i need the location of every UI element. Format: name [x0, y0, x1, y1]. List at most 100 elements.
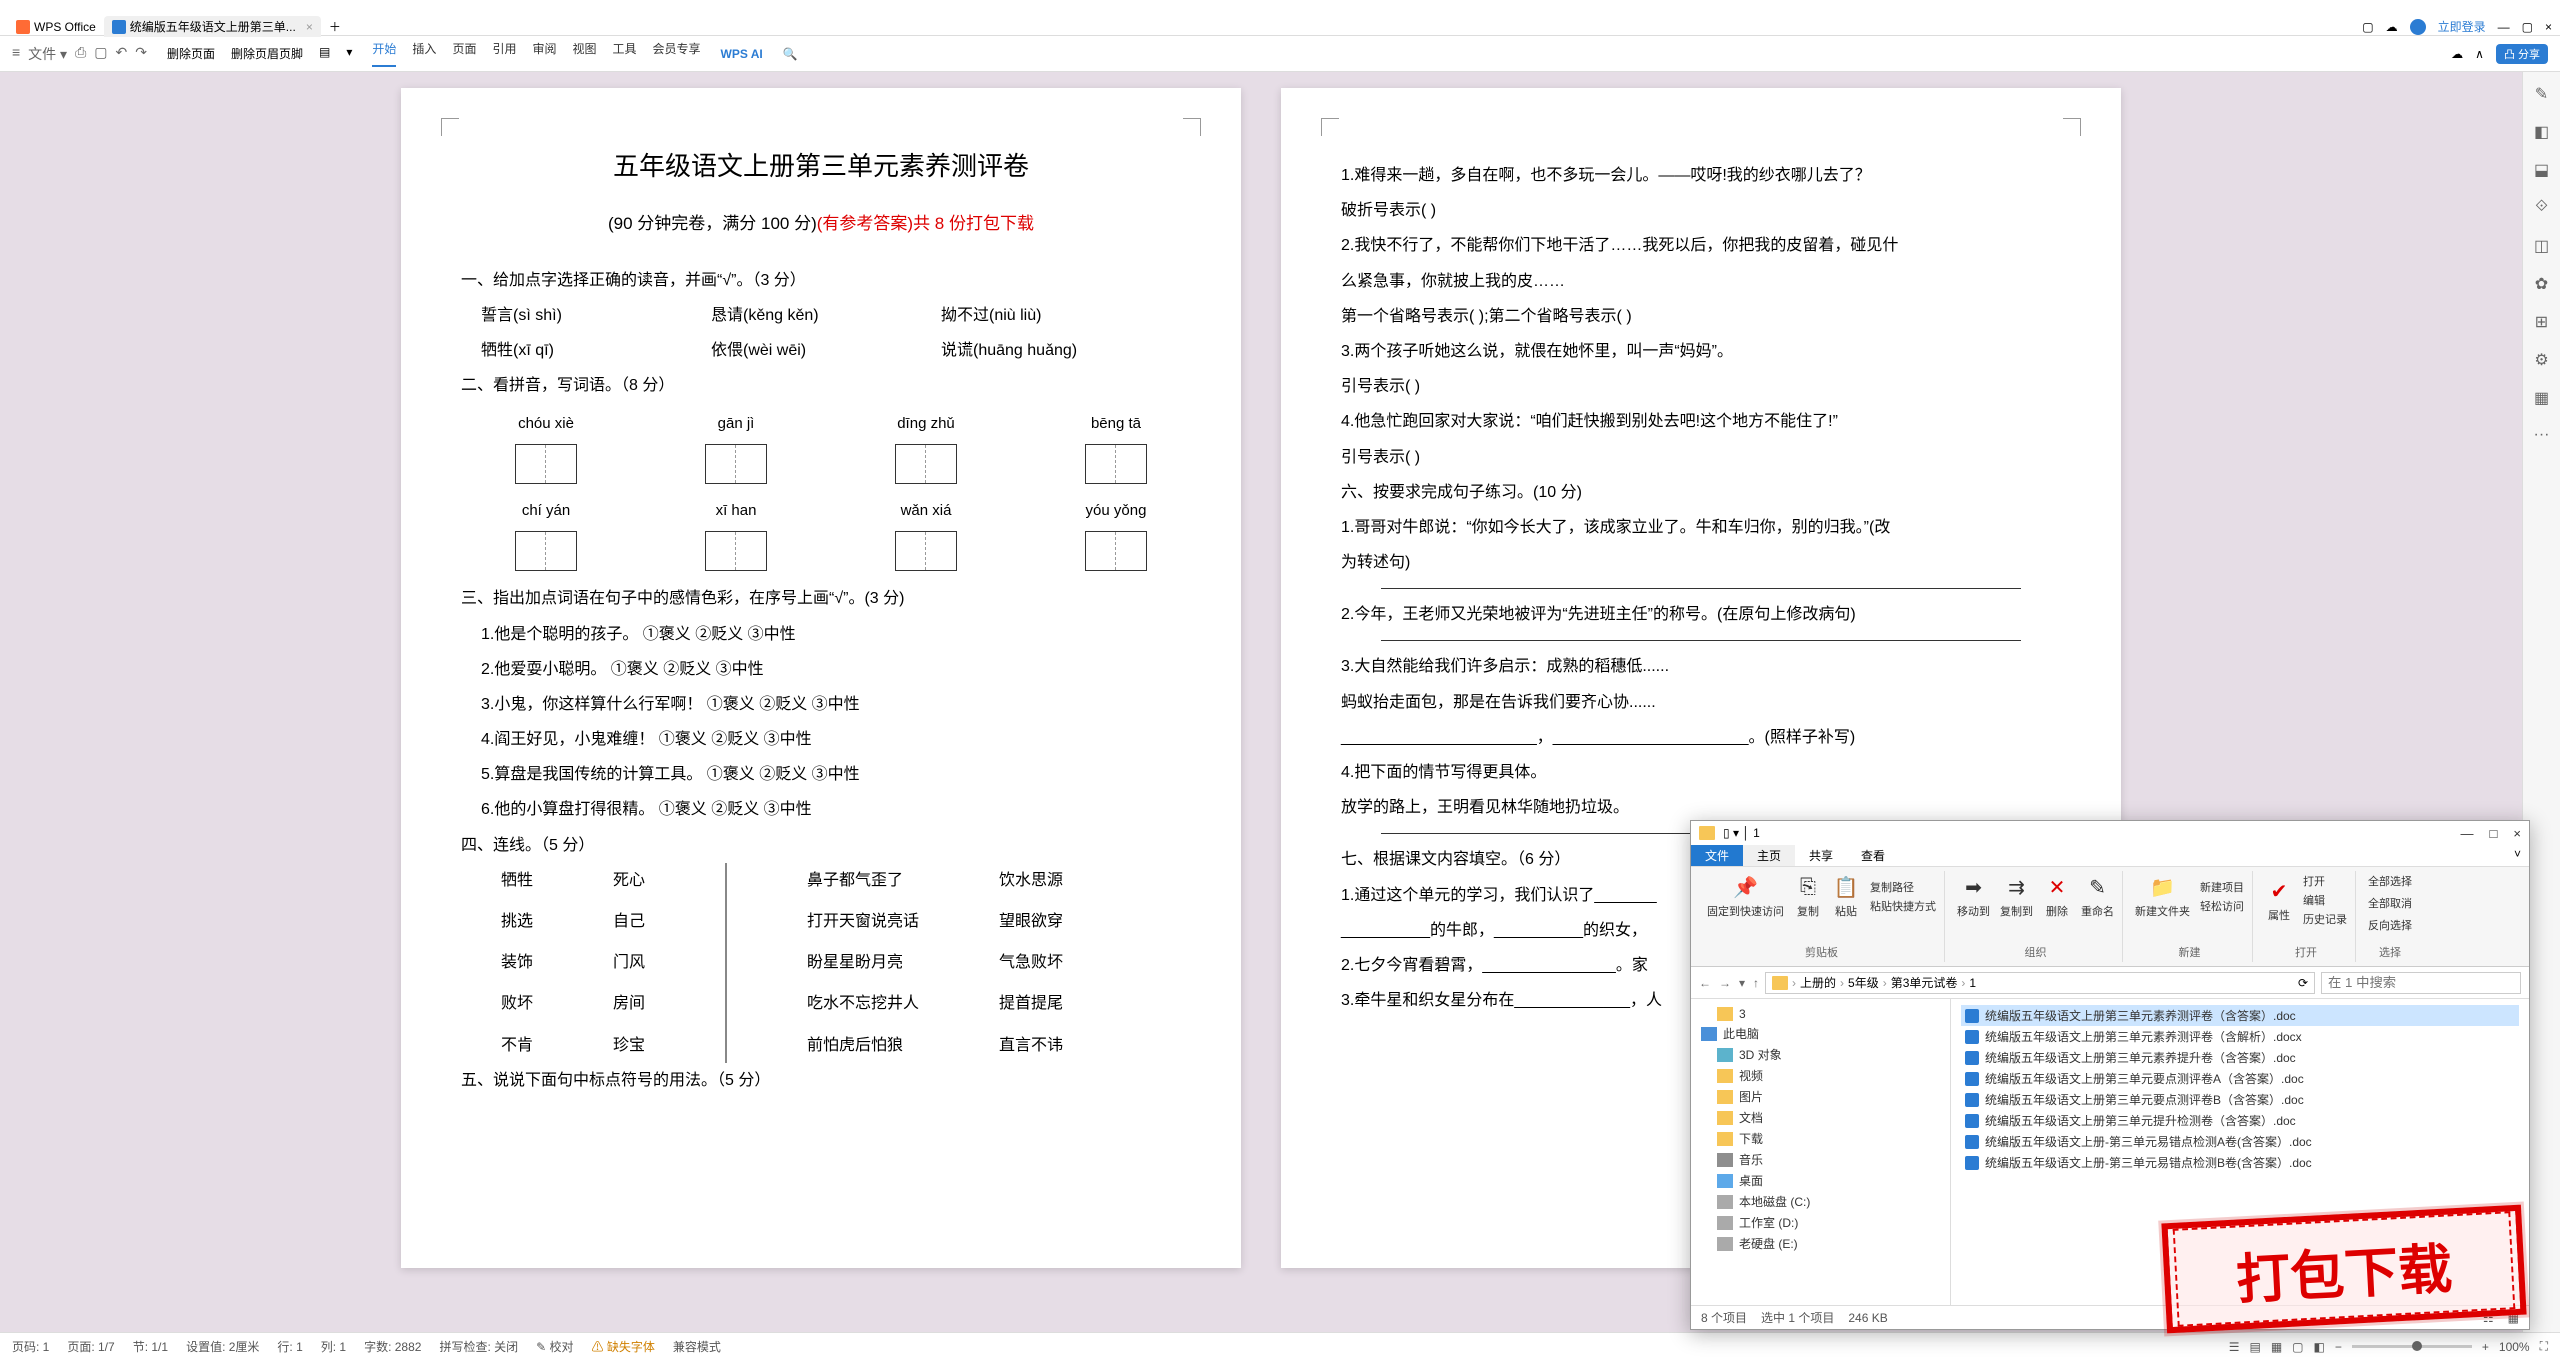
paste-shortcut[interactable]: 粘贴快捷方式 — [1870, 898, 1936, 914]
page-layout-icon[interactable]: ▤ — [319, 45, 330, 62]
nav-forward[interactable]: → — [1719, 976, 1731, 990]
status-missing-font[interactable]: ⚠ 缺失字体 — [592, 1338, 655, 1355]
sidebar-table-icon[interactable]: ▦ — [2532, 388, 2552, 408]
tab-tools[interactable]: 工具 — [613, 40, 637, 67]
file-item[interactable]: 统编版五年级语文上册第三单元素养提升卷（含答案）.doc — [1961, 1047, 2519, 1068]
edit-button[interactable]: 编辑 — [2303, 892, 2325, 908]
cloud-icon[interactable]: ☁ — [2386, 20, 2398, 34]
tree-item[interactable]: 3 — [1701, 1005, 1940, 1023]
open-button[interactable]: 打开 — [2303, 873, 2325, 889]
tree-item[interactable]: 3D 对象 — [1701, 1044, 1940, 1065]
tab-start[interactable]: 开始 — [372, 40, 396, 67]
rtab-file[interactable]: 文件 — [1691, 845, 1743, 866]
nav-back[interactable]: ← — [1699, 976, 1711, 990]
explorer-search-input[interactable] — [2321, 972, 2521, 994]
undo-icon[interactable]: ↶ — [116, 44, 128, 64]
wps-ai-button[interactable]: WPS AI — [721, 47, 763, 61]
view-mode-icon[interactable]: ◧ — [2314, 1340, 2325, 1354]
pin-quick-access[interactable]: 📌固定到快速访问 — [1707, 873, 1784, 919]
nav-up[interactable]: ↑ — [1753, 976, 1759, 990]
expand-ribbon-icon[interactable]: ∧ — [2475, 47, 2484, 61]
sidebar-style-icon[interactable]: ⬓ — [2532, 160, 2552, 180]
status-section[interactable]: 节: 1/1 — [133, 1338, 168, 1355]
tab-page[interactable]: 页面 — [452, 40, 476, 67]
login-button[interactable]: 立即登录 — [2438, 18, 2486, 35]
exp-minimize[interactable]: — — [2461, 826, 2474, 841]
file-item[interactable]: 统编版五年级语文上册第三单元要点测评卷B（含答案）.doc — [1961, 1089, 2519, 1110]
tab-new[interactable]: ＋ — [321, 16, 349, 37]
rtab-view[interactable]: 查看 — [1847, 845, 1899, 866]
sidebar-settings-icon[interactable]: ⚙ — [2532, 350, 2552, 370]
paste-button[interactable]: 📋粘贴 — [1832, 873, 1860, 919]
status-setval[interactable]: 设置值: 2厘米 — [186, 1338, 259, 1355]
tree-item[interactable]: 老硬盘 (E:) — [1701, 1233, 1940, 1254]
history-button[interactable]: 历史记录 — [2303, 911, 2347, 927]
cloud-sync-icon[interactable]: ☁ — [2451, 47, 2463, 61]
file-item[interactable]: 统编版五年级语文上册第三单元提升检测卷（含答案）.doc — [1961, 1110, 2519, 1131]
sidebar-nav-icon[interactable]: ◫ — [2532, 236, 2552, 256]
tab-reference[interactable]: 引用 — [492, 40, 516, 67]
status-proof[interactable]: ✎ 校对 — [536, 1338, 573, 1355]
tab-member[interactable]: 会员专享 — [653, 40, 701, 67]
refresh-icon[interactable]: ⟳ — [2298, 976, 2308, 990]
status-words[interactable]: 字数: 2882 — [364, 1338, 421, 1355]
tree-item[interactable]: 此电脑 — [1701, 1023, 1940, 1044]
copy-path[interactable]: 复制路径 — [1870, 879, 1914, 895]
view-mode-icon[interactable]: ▢ — [2292, 1340, 2303, 1354]
exp-maximize[interactable]: □ — [2490, 826, 2498, 841]
status-spell[interactable]: 拼写检查: 关闭 — [439, 1338, 518, 1355]
easy-access[interactable]: 轻松访问 — [2200, 898, 2244, 914]
file-item[interactable]: 统编版五年级语文上册-第三单元易错点检测A卷(含答案）.doc — [1961, 1131, 2519, 1152]
user-avatar-icon[interactable] — [2410, 19, 2426, 35]
breadcrumb[interactable]: ›上册的 ›5年级 ›第3单元试卷 ›1 ⟳ — [1765, 972, 2315, 994]
sidebar-effect-icon[interactable]: ✿ — [2532, 274, 2552, 294]
file-item[interactable]: 统编版五年级语文上册第三单元素养测评卷（含答案）.doc — [1961, 1005, 2519, 1026]
rtab-home[interactable]: 主页 — [1743, 845, 1795, 866]
window-close[interactable]: × — [2545, 20, 2552, 34]
file-item[interactable]: 统编版五年级语文上册-第三单元易错点检测B卷(含答案）.doc — [1961, 1152, 2519, 1173]
invert-selection[interactable]: 反向选择 — [2368, 917, 2412, 933]
delete-button[interactable]: ✕删除 — [2043, 873, 2071, 919]
new-folder[interactable]: 📁新建文件夹 — [2135, 873, 2190, 919]
tab-close-icon[interactable]: × — [306, 20, 313, 34]
share-button[interactable]: 凸 分享 — [2496, 44, 2548, 64]
sidebar-edit-icon[interactable]: ✎ — [2532, 84, 2552, 104]
status-row[interactable]: 行: 1 — [277, 1338, 302, 1355]
zoom-out[interactable]: − — [2335, 1340, 2342, 1354]
status-compat[interactable]: 兼容模式 — [673, 1338, 721, 1355]
ribbon-collapse-icon[interactable]: ˅ — [2506, 845, 2529, 866]
tree-item[interactable]: 下载 — [1701, 1128, 1940, 1149]
copy-button[interactable]: ⎘复制 — [1794, 873, 1822, 919]
sidebar-panel-icon[interactable]: ◧ — [2532, 122, 2552, 142]
view-mode-icon[interactable]: ☰ — [2229, 1340, 2240, 1354]
zoom-in[interactable]: + — [2482, 1340, 2489, 1354]
tree-item[interactable]: 本地磁盘 (C:) — [1701, 1191, 1940, 1212]
rename-button[interactable]: ✎重命名 — [2081, 873, 2114, 919]
file-item[interactable]: 统编版五年级语文上册第三单元要点测评卷A（含答案）.doc — [1961, 1068, 2519, 1089]
rtab-share[interactable]: 共享 — [1795, 845, 1847, 866]
window-maximize[interactable]: ▢ — [2522, 20, 2533, 34]
tree-item[interactable]: 文档 — [1701, 1107, 1940, 1128]
menu-icon[interactable]: ≡ — [12, 44, 20, 64]
tab-view[interactable]: 视图 — [572, 40, 596, 67]
new-item[interactable]: 新建项目 — [2200, 879, 2244, 895]
tab-insert[interactable]: 插入 — [412, 40, 436, 67]
status-page[interactable]: 页码: 1 — [12, 1338, 49, 1355]
dropdown-icon[interactable]: ▾ — [346, 45, 352, 62]
status-col[interactable]: 列: 1 — [321, 1338, 346, 1355]
tree-item[interactable]: 视频 — [1701, 1065, 1940, 1086]
zoom-slider[interactable] — [2352, 1345, 2472, 1348]
select-none[interactable]: 全部取消 — [2368, 895, 2412, 911]
select-all[interactable]: 全部选择 — [2368, 873, 2412, 889]
sidebar-grid-icon[interactable]: ⊞ — [2532, 312, 2552, 332]
file-item[interactable]: 统编版五年级语文上册第三单元素养测评卷（含解析）.docx — [1961, 1026, 2519, 1047]
tree-item[interactable]: 工作室 (D:) — [1701, 1212, 1940, 1233]
window-minimize[interactable]: — — [2498, 20, 2510, 34]
window-icon[interactable]: ▢ — [2362, 20, 2373, 34]
nav-recent[interactable]: ▾ — [1739, 976, 1745, 990]
redo-icon[interactable]: ↷ — [135, 44, 147, 64]
move-to[interactable]: ➡移动到 — [1957, 873, 1990, 919]
delete-page[interactable]: 删除页面 — [167, 45, 215, 62]
explorer-tree[interactable]: 3此电脑3D 对象视频图片文档下载音乐桌面本地磁盘 (C:)工作室 (D:)老硬… — [1691, 999, 1951, 1305]
zoom-value[interactable]: 100% — [2499, 1340, 2530, 1354]
